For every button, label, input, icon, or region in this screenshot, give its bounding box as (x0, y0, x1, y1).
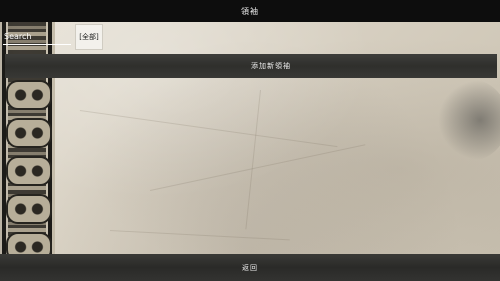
add-new-label: 添加新領袖 (251, 62, 291, 70)
paper-crease (109, 230, 290, 241)
knot-ornament (6, 194, 52, 224)
filter-label: [全部] (79, 33, 99, 41)
paper-crease (79, 110, 338, 148)
paper-crease (150, 144, 366, 191)
leader-screen: 領袖 Search [全部] 添加新領袖 返回 (0, 0, 500, 281)
title-bar: 領袖 (0, 0, 500, 22)
ink-blot-decoration (438, 80, 500, 160)
knot-ornament (6, 118, 52, 148)
page-title: 領袖 (241, 6, 259, 16)
return-button[interactable]: 返回 (0, 254, 500, 281)
filter-all-button[interactable]: [全部] (75, 24, 103, 50)
search-underline (3, 44, 71, 45)
knot-ornament (6, 156, 52, 186)
search-input[interactable]: Search (4, 32, 31, 41)
paper-crease (245, 90, 261, 230)
return-label: 返回 (242, 263, 258, 272)
add-new-leader-button[interactable]: 添加新領袖 (5, 54, 497, 78)
knot-ornament (6, 80, 52, 110)
